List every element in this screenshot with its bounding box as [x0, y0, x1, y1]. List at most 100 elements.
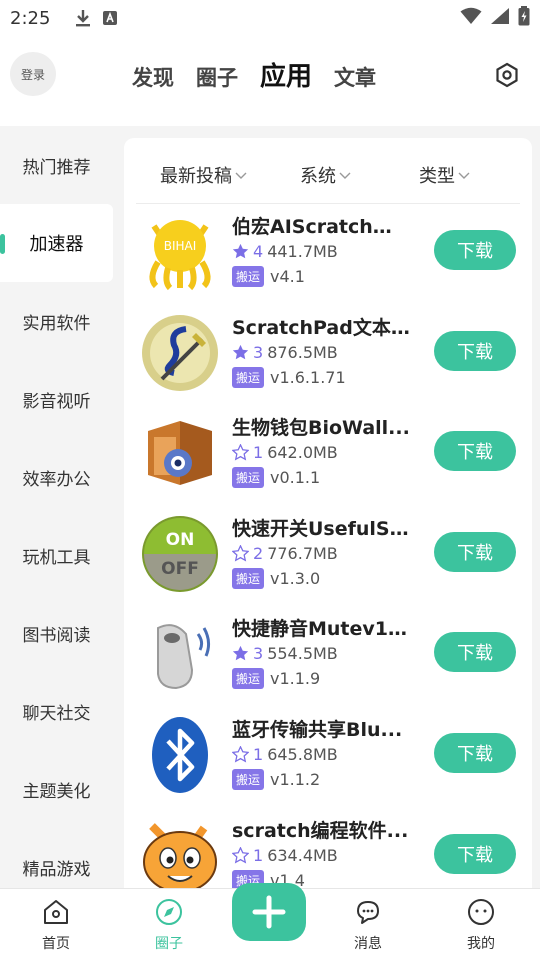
sidebar-item-utilities[interactable]: 实用软件	[0, 282, 113, 360]
app-tag-row: 搬运 v0.1.1	[232, 467, 320, 489]
profile-face-icon	[468, 899, 494, 925]
chat-bubbles-icon	[357, 901, 379, 924]
download-button[interactable]: 下载	[434, 230, 516, 270]
nav-circle-label: 圈子	[155, 936, 183, 952]
add-post-button[interactable]	[232, 883, 306, 941]
repost-badge: 搬运	[232, 366, 265, 388]
app-name: 伯宏AIScratch图...	[232, 216, 410, 238]
download-button[interactable]: 下载	[434, 632, 516, 673]
app-name: 快捷静音Mutev1....	[232, 618, 410, 641]
list-item[interactable]: 生物钱包BioWall... 1 642.0MB 搬运 v0.1.1 下载	[124, 409, 532, 510]
filter-type-label: 类型	[419, 166, 455, 187]
nav-profile[interactable]: 我的	[441, 897, 521, 953]
filter-sort[interactable]: 最新投稿	[160, 162, 248, 188]
app-version: v1.3.0	[270, 568, 321, 588]
app-version: v4.1	[270, 267, 305, 286]
app-meta: 3 554.5MB	[232, 644, 338, 663]
nav-messages-label: 消息	[354, 936, 382, 952]
filter-type[interactable]: 类型	[419, 162, 471, 188]
scratchpad-icon	[140, 313, 220, 393]
tab-discover[interactable]: 发现	[132, 62, 174, 92]
list-item[interactable]: ScratchPad文本... 3 876.5MB 搬运 v1.6.1.71 下…	[124, 309, 532, 410]
download-button[interactable]: 下载	[434, 531, 516, 572]
app-tag-row: 搬运 v1.6.1.71	[232, 366, 346, 388]
wallet-icon	[140, 413, 220, 493]
app-size: 876.5MB	[267, 342, 338, 362]
download-button[interactable]: 下载	[434, 732, 516, 773]
nav-circle[interactable]: 圈子	[129, 897, 209, 953]
signal-icon	[490, 7, 510, 29]
app-size: 634.4MB	[267, 845, 338, 865]
sidebar-item-themes[interactable]: 主题美化	[0, 750, 113, 828]
login-button[interactable]: 登录	[10, 52, 56, 96]
status-bar: 2:25	[0, 0, 540, 36]
app-rating: 2	[253, 543, 264, 563]
download-button[interactable]: 下载	[434, 833, 516, 874]
list-item[interactable]: scratch编程软件... 1 634.4MB 搬运 v1.4 下载	[124, 812, 532, 888]
filter-sort-label: 最新投稿	[160, 166, 232, 187]
svg-text:OFF: OFF	[161, 559, 199, 579]
whistle-icon	[140, 614, 220, 694]
sidebar-item-hot[interactable]: 热门推荐	[0, 126, 113, 204]
list-item[interactable]: BIHAI 伯宏AIScratch图... 4 441.7MB 搬运 v4.1 …	[124, 208, 532, 309]
nav-home[interactable]: 首页	[16, 897, 96, 953]
app-list-panel: 最新投稿 系统 类型 BIHAI 伯宏AIScratch图... 4 441.7…	[124, 138, 532, 888]
tab-circle[interactable]: 圈子	[196, 62, 238, 92]
app-rating: 3	[253, 342, 264, 362]
app-rating: 3	[253, 644, 264, 664]
svg-text:BIHAI: BIHAI	[164, 239, 197, 253]
app-meta: 1 642.0MB	[232, 443, 338, 462]
app-version: v1.6.1.71	[270, 367, 346, 387]
app-name: 蓝牙传输共享Blu...	[232, 718, 403, 741]
download-icon	[74, 8, 92, 28]
category-sidebar: 热门推荐 加速器 实用软件 影音视听 效率办公 玩机工具 图书阅读 聊天社交 主…	[0, 126, 113, 888]
sidebar-item-tools[interactable]: 玩机工具	[0, 516, 113, 594]
download-button[interactable]: 下载	[434, 330, 516, 371]
tab-articles[interactable]: 文章	[334, 62, 376, 92]
sidebar-item-reading[interactable]: 图书阅读	[0, 594, 113, 672]
app-tag-row: 搬运 v1.1.9	[232, 668, 320, 690]
app-name: 快速开关UsefulS...	[232, 517, 410, 540]
app-rating: 1	[253, 744, 264, 764]
filter-bar: 最新投稿 系统 类型	[136, 138, 520, 204]
app-tag-row: 搬运 v1.3.0	[232, 567, 321, 589]
app-rating: 1	[253, 443, 264, 463]
app-meta: 4 441.7MB	[232, 242, 338, 261]
compass-icon	[156, 899, 182, 925]
list-item[interactable]: 蓝牙传输共享Blu... 1 645.8MB 搬运 v1.1.2 下载	[124, 711, 532, 812]
star-outline-icon	[232, 745, 249, 763]
sidebar-item-social[interactable]: 聊天社交	[0, 672, 113, 750]
list-item[interactable]: ON OFF 快速开关UsefulS... 2 776.7MB 搬运 v1.3.…	[124, 510, 532, 611]
svg-text:ON: ON	[166, 530, 195, 550]
repost-badge: 搬运	[232, 567, 265, 589]
star-filled-icon	[232, 243, 249, 259]
download-button[interactable]: 下载	[434, 431, 516, 472]
app-rating: 1	[253, 845, 264, 865]
app-tag-row: 搬运 v4.1	[232, 266, 305, 287]
tab-apps[interactable]: 应用	[260, 56, 312, 93]
app-tag-row: 搬运 v1.1.2	[232, 768, 320, 790]
sidebar-item-media[interactable]: 影音视听	[0, 360, 113, 438]
on-off-switch-icon: ON OFF	[140, 514, 220, 594]
app-size: 645.8MB	[267, 744, 338, 764]
nav-messages[interactable]: 消息	[328, 897, 408, 953]
app-name: 生物钱包BioWall...	[232, 417, 410, 440]
settings-hexagon-icon[interactable]	[494, 62, 520, 88]
filter-system[interactable]: 系统	[300, 162, 352, 188]
chevron-down-icon	[235, 172, 247, 179]
repost-badge: 搬运	[232, 668, 265, 690]
sidebar-item-accelerator[interactable]: 加速器	[0, 204, 113, 282]
sidebar-item-office[interactable]: 效率办公	[0, 438, 113, 516]
plus-icon	[252, 895, 286, 929]
chevron-down-icon	[458, 172, 470, 179]
scratch-cat-icon	[140, 816, 220, 888]
app-rating: 4	[253, 242, 264, 261]
list-item[interactable]: 快捷静音Mutev1.... 3 554.5MB 搬运 v1.1.9 下载	[124, 610, 532, 711]
top-tabs: 发现 圈子 应用 文章	[132, 56, 376, 93]
star-outline-icon	[232, 846, 249, 864]
wifi-icon	[460, 7, 482, 29]
octocat-bihai-icon: BIHAI	[140, 212, 220, 292]
star-filled-icon	[232, 344, 249, 359]
star-outline-icon	[232, 544, 249, 562]
app-meta: 2 776.7MB	[232, 544, 338, 563]
